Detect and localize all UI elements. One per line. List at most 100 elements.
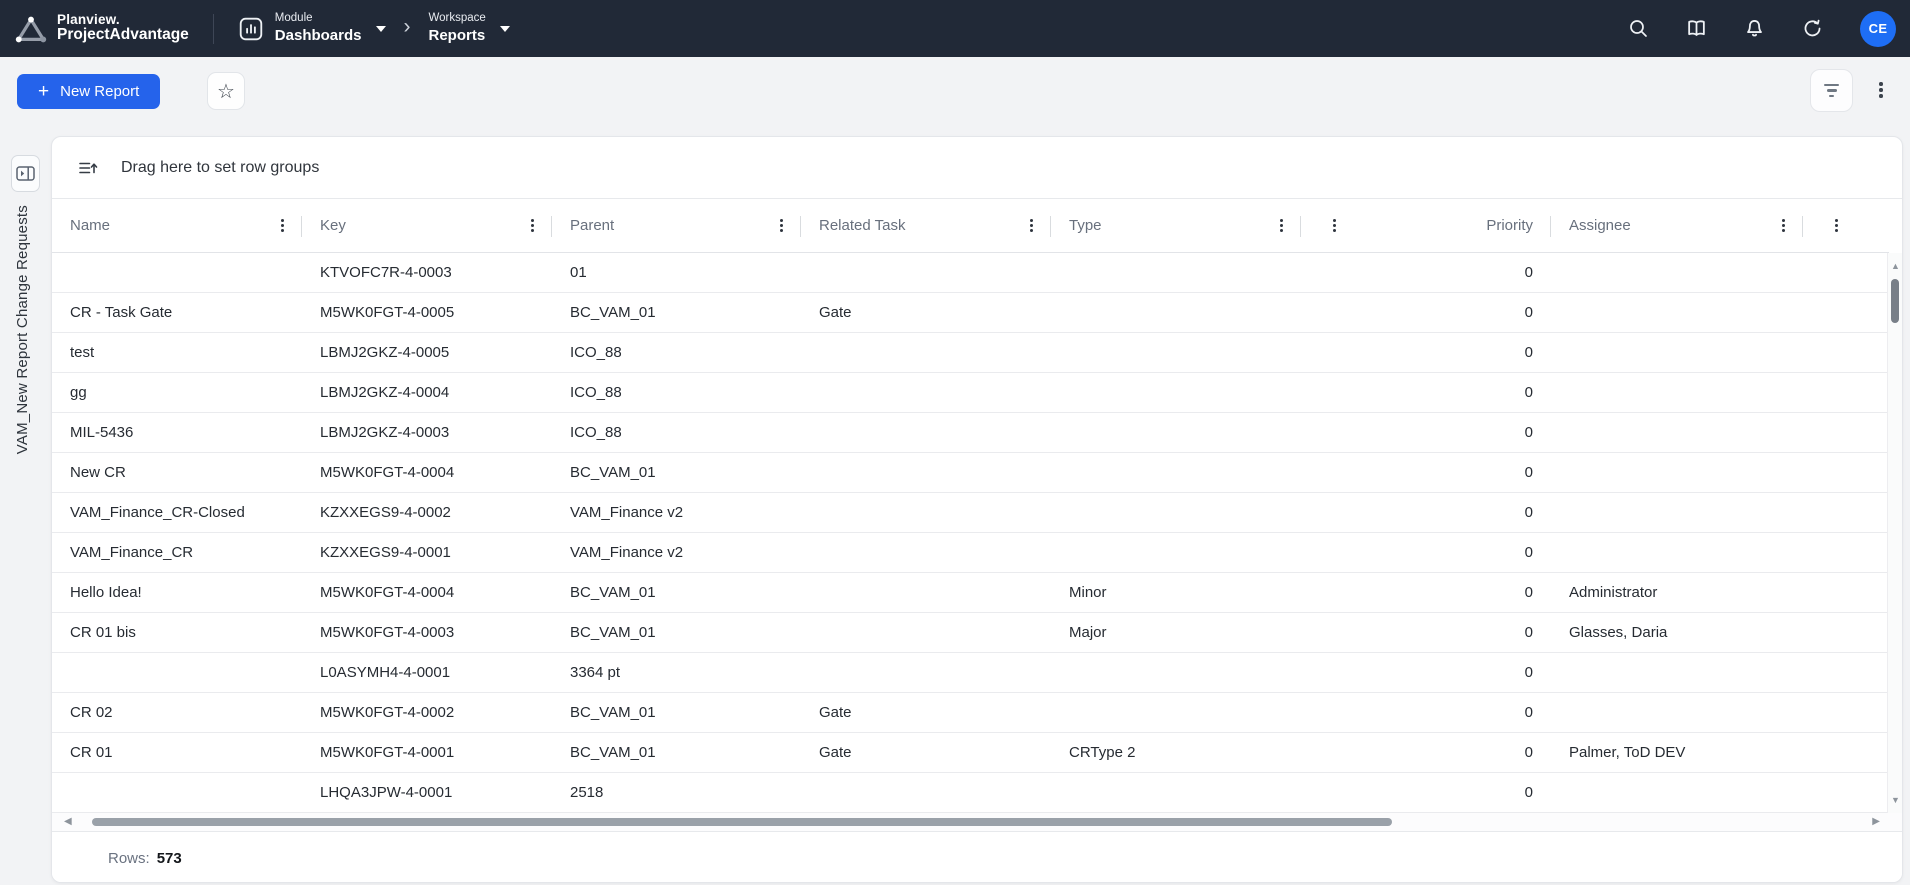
cell-parent[interactable]: BC_VAM_01 [552, 613, 801, 652]
cell-priority[interactable]: 0 [1301, 493, 1551, 532]
cell-priority[interactable]: 0 [1301, 293, 1551, 332]
cell-parent[interactable]: 3364 pt [552, 653, 801, 692]
cell-key[interactable]: KZXXEGS9-4-0001 [302, 533, 552, 572]
cell-parent[interactable]: VAM_Finance v2 [552, 533, 801, 572]
column-menu-icon[interactable] [1782, 219, 1785, 232]
cell-assignee[interactable] [1551, 373, 1803, 412]
cell-name[interactable]: gg [52, 373, 302, 412]
table-row[interactable]: VAM_Finance_CR-ClosedKZXXEGS9-4-0002VAM_… [52, 493, 1889, 533]
cell-related_task[interactable] [801, 413, 1051, 452]
cell-assignee[interactable] [1551, 493, 1803, 532]
cell-related_task[interactable] [801, 453, 1051, 492]
book-icon[interactable] [1686, 18, 1707, 39]
cell-key[interactable]: M5WK0FGT-4-0005 [302, 293, 552, 332]
cell-priority[interactable]: 0 [1301, 333, 1551, 372]
cell-blank[interactable] [1803, 733, 1889, 772]
caret-down-icon[interactable] [376, 26, 386, 32]
cell-related_task[interactable] [801, 773, 1051, 812]
cell-parent[interactable]: ICO_88 [552, 373, 801, 412]
cell-type[interactable] [1051, 773, 1301, 812]
column-menu-icon[interactable] [1835, 219, 1838, 232]
cell-assignee[interactable] [1551, 253, 1803, 292]
cell-name[interactable]: CR 02 [52, 693, 302, 732]
cell-parent[interactable]: BC_VAM_01 [552, 453, 801, 492]
column-header-related_task[interactable]: Related Task [801, 199, 1051, 252]
table-row[interactable]: VAM_Finance_CRKZXXEGS9-4-0001VAM_Finance… [52, 533, 1889, 573]
cell-assignee[interactable]: Glasses, Daria [1551, 613, 1803, 652]
cell-key[interactable]: KTVOFC7R-4-0003 [302, 253, 552, 292]
cell-assignee[interactable]: Administrator [1551, 573, 1803, 612]
cell-type[interactable] [1051, 413, 1301, 452]
cell-parent[interactable]: BC_VAM_01 [552, 293, 801, 332]
cell-name[interactable]: CR - Task Gate [52, 293, 302, 332]
cell-related_task[interactable]: Gate [801, 693, 1051, 732]
cell-key[interactable]: M5WK0FGT-4-0004 [302, 573, 552, 612]
cell-blank[interactable] [1803, 653, 1889, 692]
cell-name[interactable]: CR 01 [52, 733, 302, 772]
cell-assignee[interactable] [1551, 773, 1803, 812]
favorite-star-button[interactable]: ☆ [207, 72, 245, 110]
cell-priority[interactable]: 0 [1301, 653, 1551, 692]
cell-related_task[interactable]: Gate [801, 293, 1051, 332]
column-menu-icon[interactable] [531, 219, 534, 232]
cell-blank[interactable] [1803, 253, 1889, 292]
cell-parent[interactable]: VAM_Finance v2 [552, 493, 801, 532]
column-menu-icon[interactable] [1333, 219, 1336, 232]
cell-blank[interactable] [1803, 373, 1889, 412]
cell-blank[interactable] [1803, 293, 1889, 332]
column-menu-icon[interactable] [281, 219, 284, 232]
cell-related_task[interactable]: Gate [801, 733, 1051, 772]
cell-key[interactable]: M5WK0FGT-4-0001 [302, 733, 552, 772]
scroll-down-icon[interactable]: ▼ [1888, 795, 1903, 805]
cell-blank[interactable] [1803, 693, 1889, 732]
cell-priority[interactable]: 0 [1301, 613, 1551, 652]
cell-priority[interactable]: 0 [1301, 773, 1551, 812]
scroll-right-icon[interactable]: ▶ [1872, 816, 1880, 828]
column-header-parent[interactable]: Parent [552, 199, 801, 252]
cell-assignee[interactable] [1551, 333, 1803, 372]
cell-blank[interactable] [1803, 413, 1889, 452]
caret-down-icon[interactable] [500, 26, 510, 32]
column-menu-icon[interactable] [1280, 219, 1283, 232]
column-header-type[interactable]: Type [1051, 199, 1301, 252]
column-header-blank[interactable] [1803, 199, 1889, 252]
cell-related_task[interactable] [801, 613, 1051, 652]
table-row[interactable]: CR - Task GateM5WK0FGT-4-0005BC_VAM_01Ga… [52, 293, 1889, 333]
cell-type[interactable] [1051, 693, 1301, 732]
column-menu-icon[interactable] [1030, 219, 1033, 232]
scroll-left-icon[interactable]: ◀ [64, 816, 72, 828]
bell-icon[interactable] [1744, 18, 1765, 39]
cell-name[interactable]: VAM_Finance_CR-Closed [52, 493, 302, 532]
cell-type[interactable] [1051, 653, 1301, 692]
new-report-button[interactable]: + New Report [17, 74, 160, 109]
cell-priority[interactable]: 0 [1301, 453, 1551, 492]
cell-assignee[interactable] [1551, 413, 1803, 452]
filter-button[interactable] [1810, 69, 1853, 112]
toolbar-kebab-menu-icon[interactable] [1879, 82, 1883, 98]
cell-assignee[interactable] [1551, 653, 1803, 692]
cell-priority[interactable]: 0 [1301, 573, 1551, 612]
cell-name[interactable] [52, 253, 302, 292]
table-row[interactable]: CR 01M5WK0FGT-4-0001BC_VAM_01GateCRType … [52, 733, 1889, 773]
cell-parent[interactable]: 01 [552, 253, 801, 292]
cell-type[interactable] [1051, 333, 1301, 372]
cell-parent[interactable]: 2518 [552, 773, 801, 812]
cell-related_task[interactable] [801, 493, 1051, 532]
cell-key[interactable]: LBMJ2GKZ-4-0003 [302, 413, 552, 452]
table-row[interactable]: CR 02M5WK0FGT-4-0002BC_VAM_01Gate0 [52, 693, 1889, 733]
vertical-scrollbar[interactable]: ▲ ▼ [1887, 253, 1902, 813]
cell-key[interactable]: LHQA3JPW-4-0001 [302, 773, 552, 812]
cell-blank[interactable] [1803, 453, 1889, 492]
table-row[interactable]: Hello Idea!M5WK0FGT-4-0004BC_VAM_01Minor… [52, 573, 1889, 613]
cell-type[interactable] [1051, 373, 1301, 412]
column-menu-icon[interactable] [780, 219, 783, 232]
column-header-assignee[interactable]: Assignee [1551, 199, 1803, 252]
cell-name[interactable] [52, 773, 302, 812]
workspace-selector[interactable]: Workspace Reports [429, 11, 510, 45]
row-group-drop-zone[interactable]: Drag here to set row groups [52, 137, 1902, 199]
cell-type[interactable] [1051, 533, 1301, 572]
table-row[interactable]: L0ASYMH4-4-00013364 pt0 [52, 653, 1889, 693]
table-row[interactable]: LHQA3JPW-4-00012518 0 [52, 773, 1889, 813]
cell-blank[interactable] [1803, 613, 1889, 652]
cell-key[interactable]: M5WK0FGT-4-0002 [302, 693, 552, 732]
